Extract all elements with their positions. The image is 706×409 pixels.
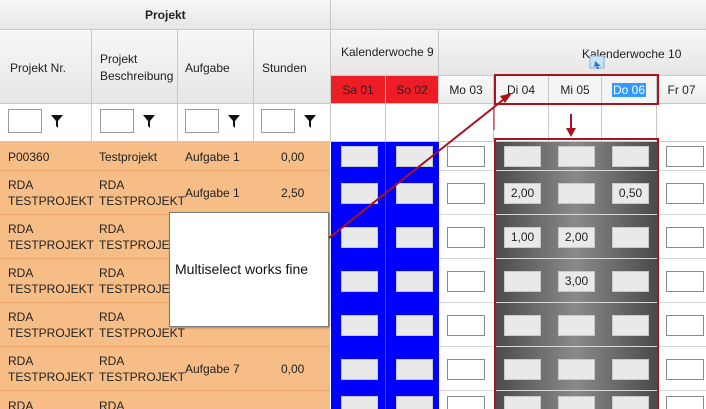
timesheet-grid: Projekt Projekt Nr. Projekt Beschreibung… [0,0,706,409]
callout-text: Multiselect works fine [175,261,309,277]
annotation-callout: Multiselect works fine [169,212,329,327]
annotation-arrows [328,93,576,239]
